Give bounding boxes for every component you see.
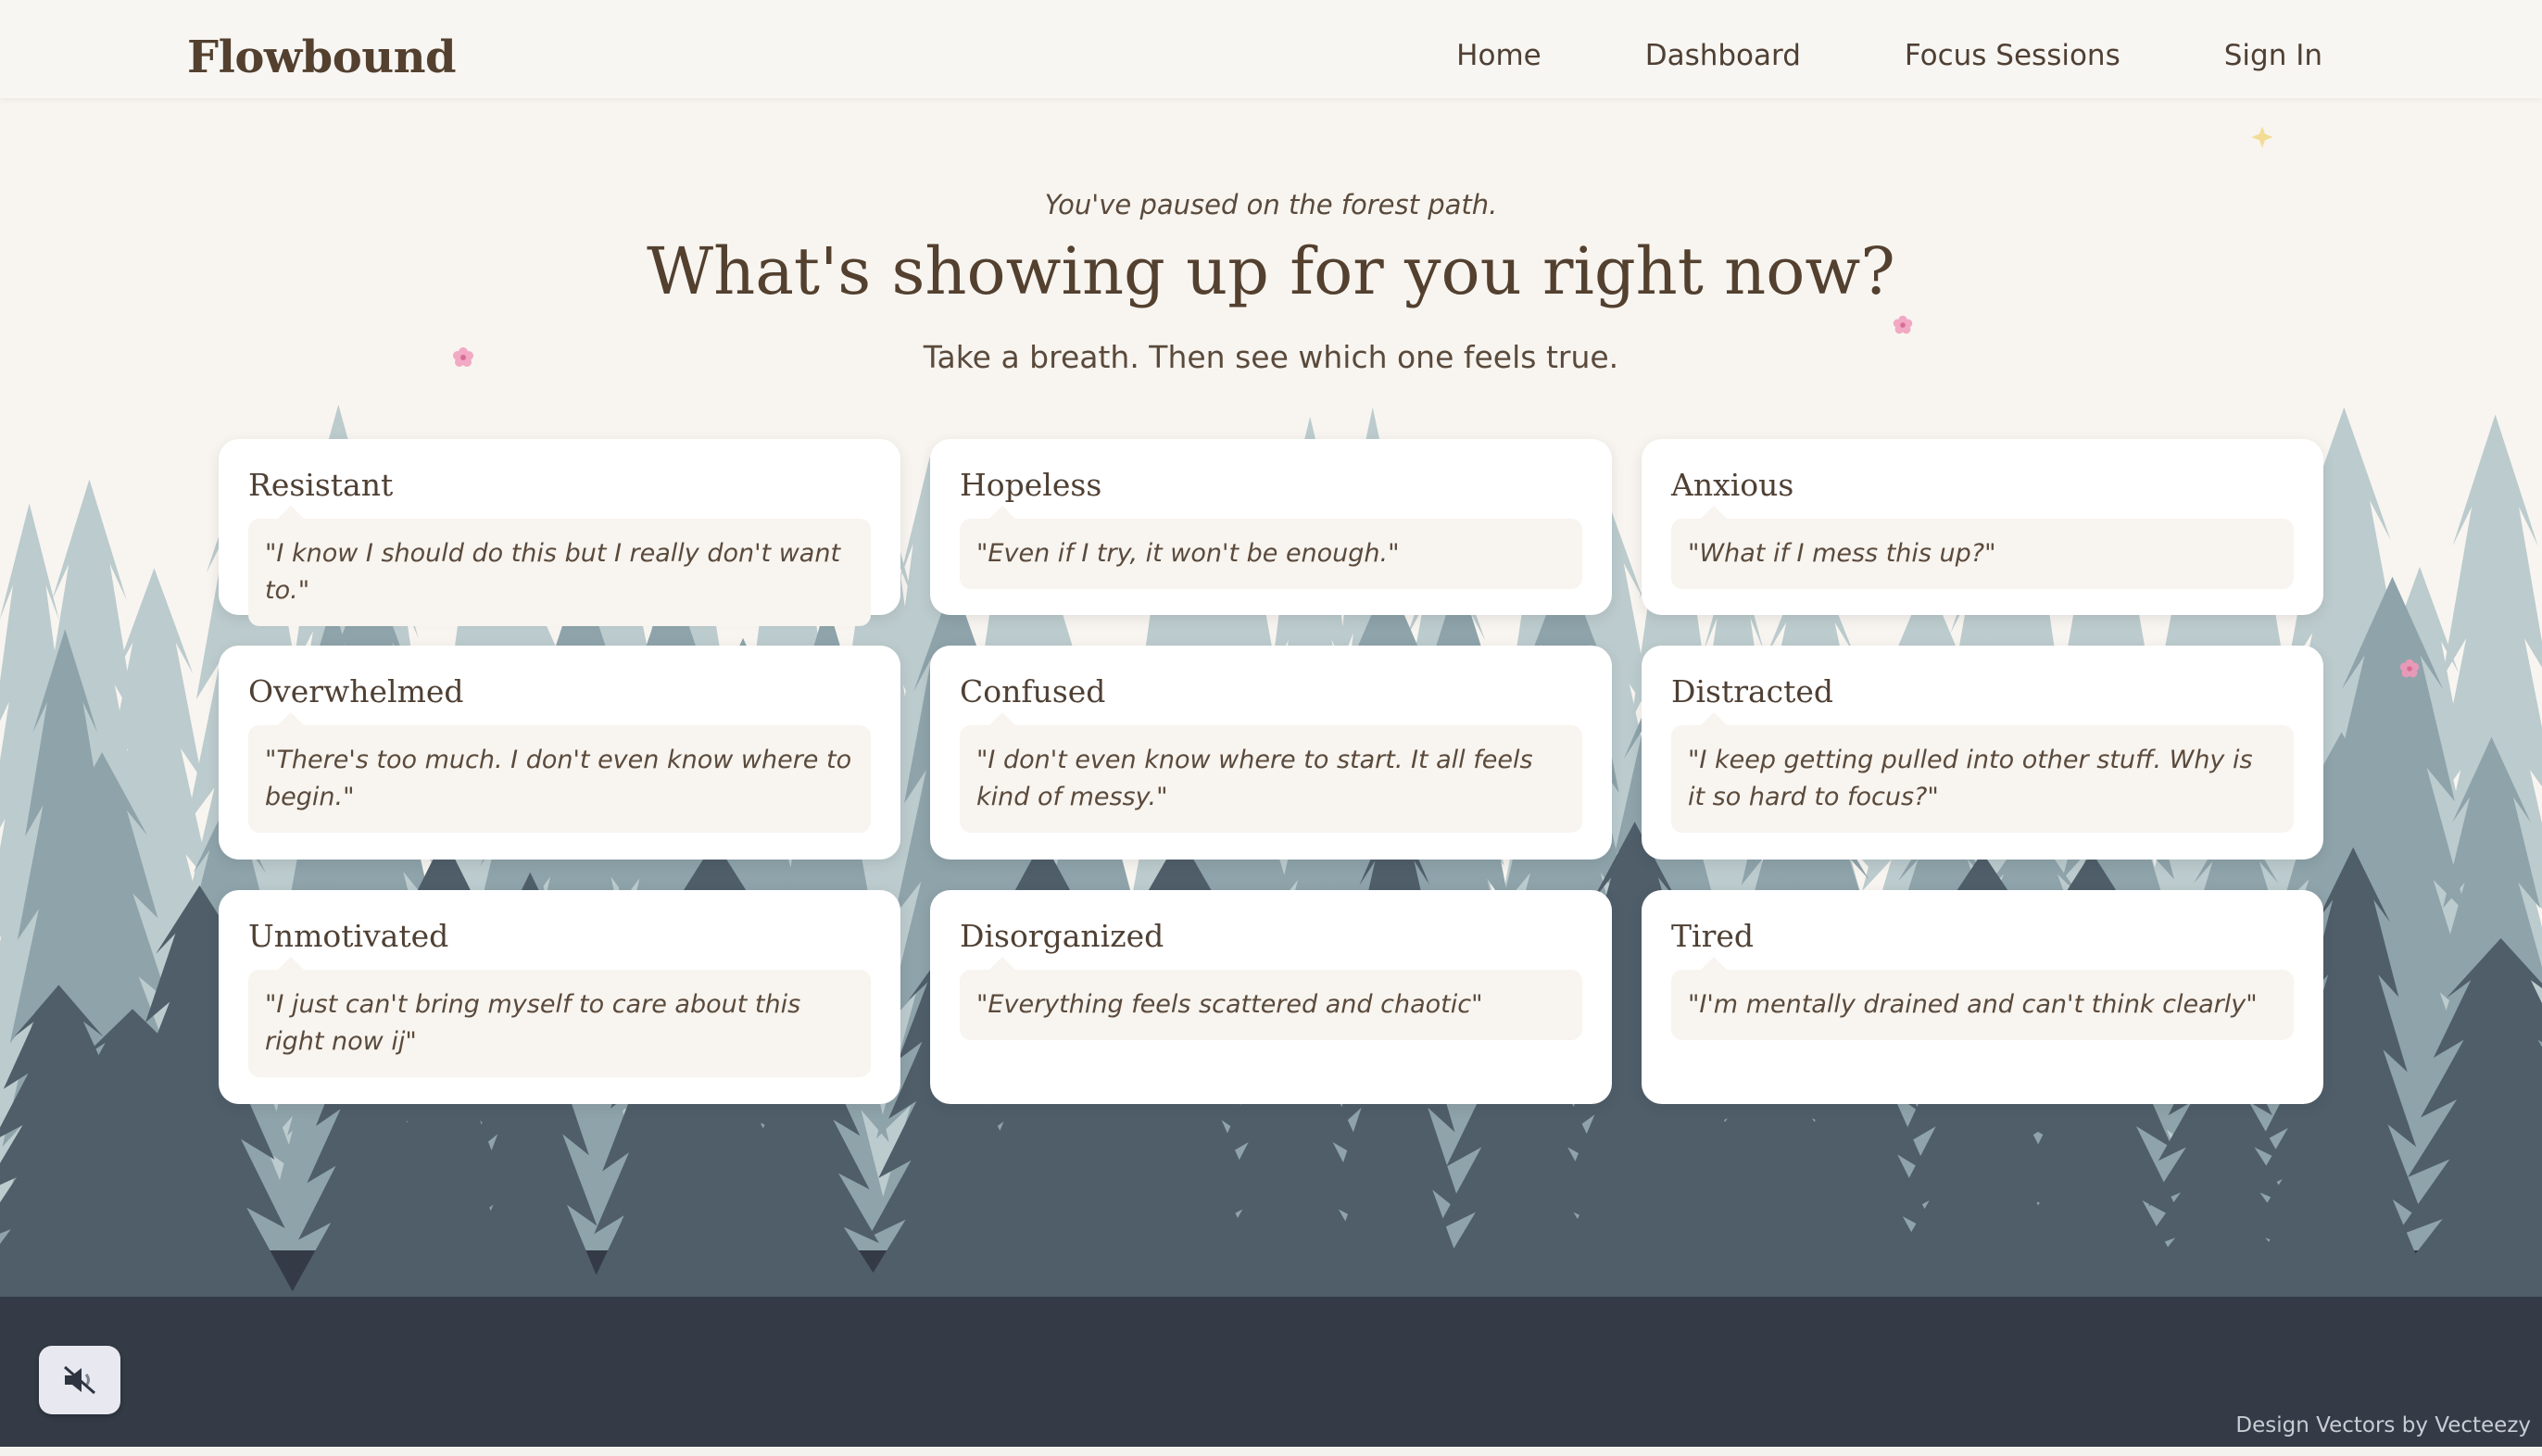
emotion-card-hopeless[interactable]: Hopeless "Even if I try, it won't be eno…: [930, 439, 1612, 615]
card-title: Disorganized: [960, 918, 1164, 954]
speaker-muted-icon: [64, 1365, 95, 1395]
nav-focus-sessions[interactable]: Focus Sessions: [1905, 39, 2120, 72]
card-quote: "Even if I try, it won't be enough.": [960, 506, 1582, 589]
emotion-card-unmotivated[interactable]: Unmotivated "I just can't bring myself t…: [219, 890, 900, 1104]
card-title: Unmotivated: [248, 918, 449, 954]
top-header: Flowbound Home Dashboard Focus Sessions …: [0, 0, 2542, 98]
page: Flowbound Home Dashboard Focus Sessions …: [0, 0, 2542, 1447]
main-nav: Home Dashboard Focus Sessions Sign In: [1456, 39, 2322, 72]
card-quote: "I don't even know where to start. It al…: [960, 712, 1582, 833]
card-quote: "I just can't bring myself to care about…: [248, 957, 871, 1077]
card-quote: "What if I mess this up?": [1671, 506, 2294, 589]
sound-toggle-button[interactable]: [39, 1346, 120, 1414]
card-quote: "There's too much. I don't even know whe…: [248, 712, 871, 833]
nav-dashboard[interactable]: Dashboard: [1645, 39, 1801, 72]
card-quote: "Everything feels scattered and chaotic": [960, 957, 1582, 1040]
emotion-card-disorganized[interactable]: Disorganized "Everything feels scattered…: [930, 890, 1612, 1104]
card-title: Hopeless: [960, 467, 1102, 503]
design-credit[interactable]: Design Vectors by Vecteezy: [2235, 1413, 2531, 1437]
nav-sign-in[interactable]: Sign In: [2224, 39, 2322, 72]
nav-home[interactable]: Home: [1456, 39, 1542, 72]
emotion-card-anxious[interactable]: Anxious "What if I mess this up?": [1642, 439, 2323, 615]
card-title: Overwhelmed: [248, 673, 464, 709]
flower-petal-icon: [2399, 659, 2420, 678]
card-title: Distracted: [1671, 673, 1834, 709]
page-title: What's showing up for you right now?: [647, 233, 1895, 309]
intro-subtitle: Take a breath. Then see which one feels …: [923, 339, 1619, 375]
sparkle-icon: [2251, 126, 2273, 148]
intro-pretitle: You've paused on the forest path.: [1044, 189, 1498, 220]
card-title: Confused: [960, 673, 1106, 709]
emotion-card-resistant[interactable]: Resistant "I know I should do this but I…: [219, 439, 900, 626]
emotion-card-confused[interactable]: Confused "I don't even know where to sta…: [930, 646, 1612, 860]
flower-petal-icon: [1893, 315, 1913, 334]
emotion-card-overwhelmed[interactable]: Overwhelmed "There's too much. I don't e…: [219, 646, 900, 860]
card-title: Anxious: [1671, 467, 1794, 503]
emotion-card-distracted[interactable]: Distracted "I keep getting pulled into o…: [1642, 646, 2323, 860]
bottom-strip: [0, 1447, 2542, 1456]
emotion-card-tired[interactable]: Tired "I'm mentally drained and can't th…: [1642, 890, 2323, 1104]
flower-petal-icon: [453, 347, 473, 367]
card-title: Resistant: [248, 467, 394, 503]
logo[interactable]: Flowbound: [187, 31, 457, 83]
card-title: Tired: [1671, 918, 1754, 954]
card-quote: "I keep getting pulled into other stuff.…: [1671, 712, 2294, 833]
card-quote: "I know I should do this but I really do…: [248, 506, 871, 626]
card-quote: "I'm mentally drained and can't think cl…: [1671, 957, 2294, 1040]
